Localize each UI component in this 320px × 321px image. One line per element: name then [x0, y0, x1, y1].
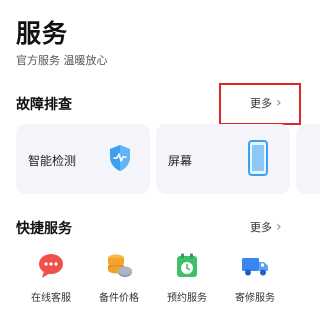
- quick-services-title: 快捷服务: [16, 221, 72, 237]
- card-smart-detection[interactable]: 智能检测: [16, 124, 150, 194]
- shortcut-parts-price[interactable]: 备件价格: [89, 253, 149, 304]
- chat-bubble-icon: [39, 254, 63, 278]
- shortcut-appointment[interactable]: 预约服务: [157, 253, 217, 304]
- delivery-truck-icon: [242, 258, 268, 276]
- troubleshooting-title: 故障排查: [16, 97, 72, 113]
- more-label: 更多: [250, 221, 272, 234]
- highlight-box: [219, 83, 301, 125]
- quick-services-more-link[interactable]: 更多 ›: [250, 219, 282, 235]
- shortcut-label: 备件价格: [99, 293, 139, 304]
- card-label: 智能检测: [28, 154, 77, 168]
- card-screen[interactable]: 屏幕: [156, 124, 290, 194]
- shortcut-mail-repair[interactable]: 寄修服务: [225, 253, 285, 304]
- card-partial[interactable]: [296, 124, 320, 194]
- page-subtitle: 官方服务 温暖放心: [16, 54, 108, 67]
- coins-icon: [108, 254, 132, 277]
- shortcut-label: 寄修服务: [235, 293, 275, 304]
- shield-check-icon: [110, 145, 130, 171]
- card-label: 屏幕: [168, 154, 193, 168]
- calendar-clock-icon: [177, 253, 197, 277]
- shortcut-online-support[interactable]: 在线客服: [21, 253, 81, 304]
- shortcut-label: 预约服务: [167, 293, 207, 304]
- shortcut-label: 在线客服: [31, 293, 71, 304]
- chevron-right-icon: ›: [276, 219, 282, 235]
- phone-screen-icon: [248, 140, 268, 176]
- page-title: 服务: [16, 19, 69, 48]
